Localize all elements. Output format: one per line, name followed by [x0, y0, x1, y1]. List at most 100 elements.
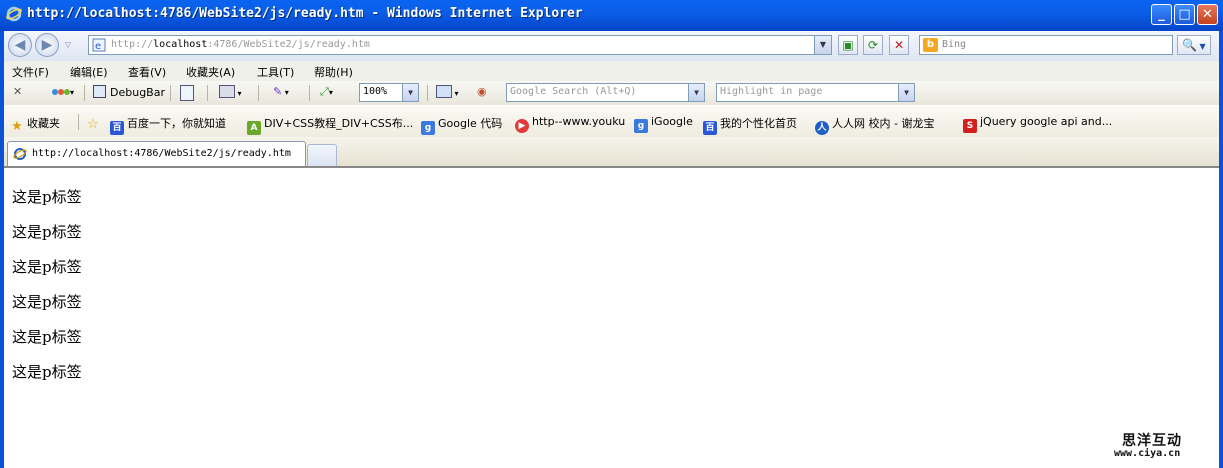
toolbar-separator — [309, 85, 310, 101]
favorite-label: DIV+CSS教程_DIV+CSS布... — [264, 117, 414, 130]
address-dropdown-icon[interactable]: ▼ — [814, 36, 831, 54]
bing-icon: b — [923, 38, 938, 52]
menu-edit[interactable]: 编辑(E) — [70, 64, 108, 80]
browser-window: http://localhost:4786/WebSite2/js/ready.… — [0, 0, 1223, 468]
page-content: 这是p标签 这是p标签 这是p标签 这是p标签 这是p标签 这是p标签 思洋互动… — [4, 168, 1219, 468]
menu-bar: 文件(F) 编辑(E) 查看(V) 收藏夹(A) 工具(T) 帮助(H) — [4, 61, 1219, 82]
favorite-item[interactable]: 百百度一下，你就知道 — [110, 115, 226, 135]
toolbar-separator — [84, 85, 85, 101]
favorite-item[interactable]: 人人人网 校内 - 谢龙宝 — [815, 115, 934, 135]
maximize-button[interactable]: □ — [1174, 4, 1195, 25]
add-favorite-icon[interactable]: ☆ — [86, 115, 103, 132]
tab-active[interactable]: http://localhost:4786/WebSite2/js/ready.… — [7, 141, 306, 166]
debugbar-icon — [93, 85, 106, 98]
zoom-select[interactable]: 100% ▼ — [359, 83, 419, 102]
star-icon: ★ — [11, 119, 23, 134]
search-icon: 🔍 — [1182, 38, 1197, 52]
new-tab-button[interactable] — [307, 144, 337, 166]
favorite-item[interactable]: 百我的个性化首页 — [703, 115, 797, 135]
favorite-item[interactable]: ▶ http--www.youku — [515, 115, 625, 133]
toolbar-separator — [207, 85, 208, 101]
close-button[interactable]: ✕ — [1197, 4, 1218, 25]
debugbar-label: DebugBar — [110, 86, 165, 99]
tab-strip: http://localhost:4786/WebSite2/js/ready.… — [4, 137, 1219, 168]
favorites-bar: ★ 收藏夹 ☆ 百百度一下，你就知道 A DIV+CSS教程_DIV+CSS布...… — [4, 105, 1219, 138]
debugbar-button[interactable]: DebugBar — [93, 85, 165, 99]
s-icon: S — [963, 119, 977, 133]
menu-tools[interactable]: 工具(T) — [257, 64, 294, 80]
compatibility-view-icon[interactable]: ▣ — [838, 35, 858, 55]
search-button[interactable]: 🔍 ▼ — [1177, 35, 1211, 55]
address-input[interactable]: e http://localhost:4786/WebSite2/js/read… — [88, 35, 832, 55]
menu-help[interactable]: 帮助(H) — [314, 64, 353, 80]
google-search-input[interactable]: Google Search (Alt+Q) ▼ — [506, 83, 705, 102]
toolbar-separator — [258, 85, 259, 101]
favorites-separator — [78, 114, 79, 130]
watermark-url: www.ciya.cn — [1114, 448, 1181, 459]
tab-label: http://localhost:4786/WebSite2/js/ready.… — [32, 148, 291, 159]
paragraph: 这是p标签 — [12, 223, 82, 241]
favorite-label: iGoogle — [651, 115, 693, 128]
google-search-dropdown-icon[interactable]: ▼ — [688, 84, 704, 101]
history-dropdown-icon[interactable]: ▽ — [65, 40, 71, 49]
favorites-button[interactable]: ★ 收藏夹 — [10, 115, 60, 134]
paragraph: 这是p标签 — [12, 293, 82, 311]
paragraph: 这是p标签 — [12, 258, 82, 276]
stop-button[interactable]: ✕ — [889, 35, 909, 55]
favorite-item[interactable]: A DIV+CSS教程_DIV+CSS布... — [247, 115, 413, 135]
baidu-icon: 百 — [110, 121, 124, 135]
favorite-label: 百度一下，你就知道 — [127, 117, 226, 130]
page-icon: e — [92, 38, 106, 52]
highlight-dropdown-icon[interactable]: ▼ — [898, 84, 914, 101]
eye-icon[interactable]: ◉ — [477, 85, 487, 98]
refresh-button[interactable]: ⟳ — [863, 35, 883, 55]
ruler-icon[interactable]: ▾ — [436, 85, 459, 99]
favorite-label: jQuery google api and... — [980, 115, 1113, 128]
baidu-icon: 百 — [703, 121, 717, 135]
toolbar-separator — [427, 85, 428, 101]
favorite-label: http--www.youku — [532, 115, 626, 128]
google-search-placeholder: Google Search (Alt+Q) — [510, 86, 637, 97]
google-icon: g — [421, 121, 435, 135]
toolbar-close-icon[interactable]: ✕ — [13, 85, 22, 98]
watermark-title: 思洋互动 — [1122, 433, 1182, 449]
resize-icon[interactable]: ⤢▾ — [320, 85, 333, 99]
print-icon[interactable]: ▾ — [219, 85, 242, 99]
ie-logo-icon — [6, 6, 22, 22]
highlight-placeholder: Highlight in page — [720, 86, 823, 97]
title-bar: http://localhost:4786/WebSite2/js/ready.… — [0, 0, 1223, 31]
color-picker-icon[interactable]: ✎ ▾ — [273, 85, 289, 98]
renren-icon: 人 — [815, 121, 829, 135]
favorites-label: 收藏夹 — [27, 117, 60, 130]
zoom-dropdown-icon[interactable]: ▼ — [402, 84, 418, 101]
menu-file[interactable]: 文件(F) — [12, 64, 49, 80]
youku-icon: ▶ — [515, 119, 529, 133]
messenger-icon[interactable]: ▾ — [52, 85, 74, 98]
search-input[interactable]: b Bing — [919, 35, 1173, 55]
search-placeholder: Bing — [942, 39, 967, 50]
forward-button[interactable]: ▶ — [35, 33, 59, 57]
toolbar-separator — [170, 85, 171, 101]
menu-favorites[interactable]: 收藏夹(A) — [186, 64, 235, 80]
window-title: http://localhost:4786/WebSite2/js/ready.… — [27, 6, 583, 21]
paragraph: 这是p标签 — [12, 363, 82, 381]
minimize-button[interactable]: _ — [1151, 4, 1172, 25]
menu-view[interactable]: 查看(V) — [128, 64, 166, 80]
paragraph: 这是p标签 — [12, 328, 82, 346]
address-text: http://localhost:4786/WebSite2/js/ready.… — [111, 39, 370, 50]
favorite-item[interactable]: g iGoogle — [634, 115, 693, 133]
address-bar-row: ◀ ▶ ▽ e http://localhost:4786/WebSite2/j… — [4, 31, 1219, 61]
favorite-label: 我的个性化首页 — [720, 117, 797, 130]
back-button[interactable]: ◀ — [8, 33, 32, 57]
ie-page-icon — [13, 148, 27, 160]
zoom-value: 100% — [363, 86, 388, 97]
highlight-input[interactable]: Highlight in page ▼ — [716, 83, 915, 102]
a-icon: A — [247, 121, 261, 135]
command-toolbar: ✕ ▾ DebugBar ▾ ✎ ▾ ⤢▾ 100% ▼ ▾ ◉ Google S… — [4, 81, 1219, 106]
favorite-label: Google 代码 — [438, 117, 503, 130]
favorite-item[interactable]: g Google 代码 — [421, 115, 502, 135]
paragraph: 这是p标签 — [12, 188, 82, 206]
page-snapshot-icon[interactable] — [180, 85, 194, 104]
igoogle-icon: g — [634, 119, 648, 133]
favorite-item[interactable]: SjQuery google api and... — [963, 115, 1112, 133]
